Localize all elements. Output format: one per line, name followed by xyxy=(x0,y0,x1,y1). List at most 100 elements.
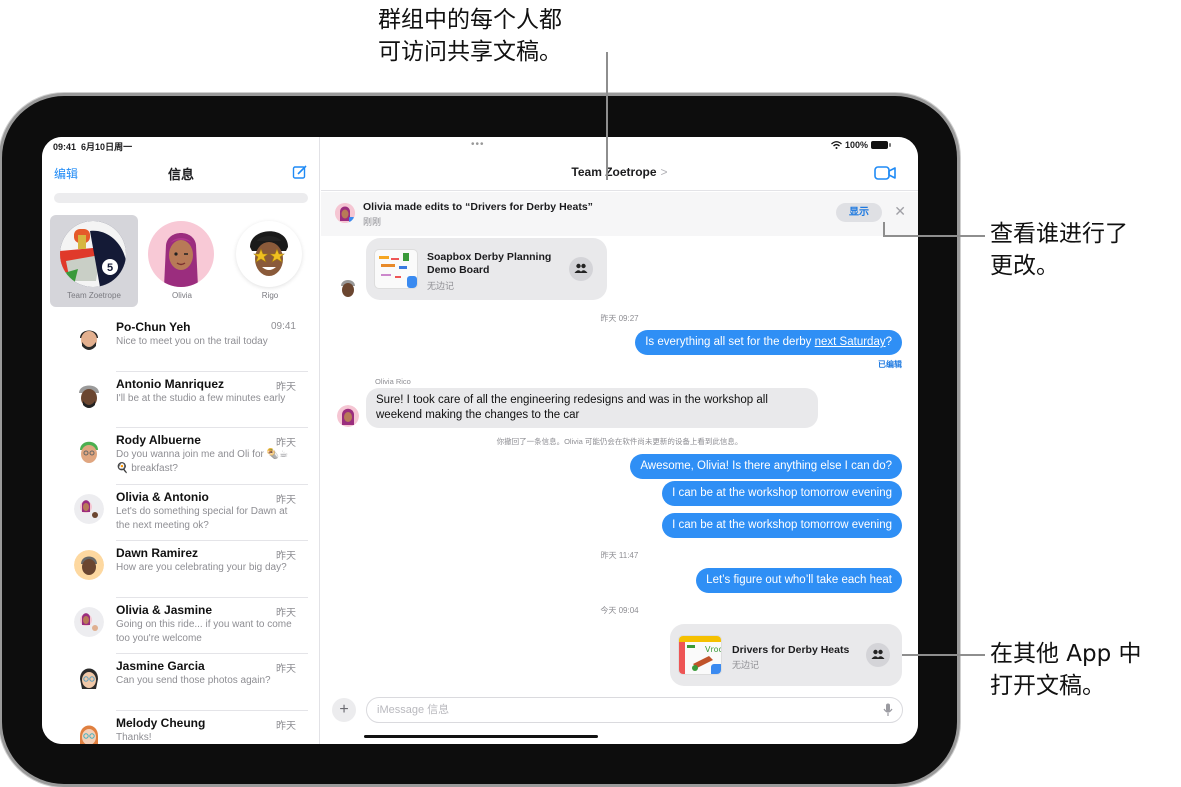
outgoing-message[interactable]: I can be at the workshop tomorrow evenin… xyxy=(662,481,902,506)
sidebar-header: 编辑 信息 xyxy=(42,163,320,183)
group-avatar: 5 xyxy=(60,221,126,287)
sidebar-title: 信息 xyxy=(167,167,194,182)
close-icon[interactable]: ✕ xyxy=(894,203,906,220)
callout-shared-access: 群组中的每个人都 可访问共享文稿。 xyxy=(378,4,562,68)
pinned-label: Rigo xyxy=(261,291,279,300)
collaboration-button[interactable] xyxy=(866,643,890,667)
compose-icon[interactable] xyxy=(292,164,308,180)
conversation-name: Olivia & Jasmine xyxy=(116,602,213,617)
pinned-label: Team Zoetrope xyxy=(67,291,121,300)
chat-header: Team Zoetrope > xyxy=(321,157,918,191)
conversation-name: Po-Chun Yeh xyxy=(116,320,191,334)
conversation-name: Rody Albuerne xyxy=(116,433,201,447)
callout-line: 打开文稿。 xyxy=(990,673,1105,699)
status-bar-left: 09:41 6月10日周一 xyxy=(53,140,132,153)
callout-line: 更改。 xyxy=(990,253,1059,279)
conversation-name: Olivia & Antonio xyxy=(116,489,209,504)
board-thumbnail xyxy=(374,249,418,289)
conversation-item[interactable]: Jasmine Garcia 昨天 Can you send those pho… xyxy=(42,654,320,711)
home-indicator[interactable] xyxy=(364,735,598,738)
conversation-preview: Do you wanna join me and Oli for 🌯☕🍳 bre… xyxy=(116,449,289,474)
multitasking-dots[interactable]: ••• xyxy=(471,139,485,150)
shared-board-card[interactable]: Vroo Drivers for Derby Heats 无边记 xyxy=(670,624,902,686)
callout-leader-line xyxy=(606,52,608,180)
conversation-time: 昨天 xyxy=(276,551,296,562)
pinned-olivia[interactable]: Olivia xyxy=(138,215,226,307)
conversation-item[interactable]: Olivia & Jasmine 昨天 Going on this ride..… xyxy=(42,598,320,654)
conversation-sidebar: 09:41 6月10日周一 编辑 信息 5 Team Zoetrope Oliv… xyxy=(42,137,320,744)
shared-board-card[interactable]: Soapbox Derby Planning Demo Board 无边记 xyxy=(366,238,607,300)
conversation-preview: How are you celebrating your big day? xyxy=(116,562,287,573)
outgoing-message[interactable]: Let’s figure out who’ll take each heat xyxy=(696,568,902,593)
conversation-time: 昨天 xyxy=(276,720,296,732)
incoming-message[interactable]: Sure! I took care of all the engineering… xyxy=(366,388,818,428)
conversation-item[interactable]: Melody Cheung 昨天 Thanks! xyxy=(42,711,320,744)
microphone-icon[interactable] xyxy=(883,703,893,717)
callout-leader-line xyxy=(883,235,985,237)
contact-avatar xyxy=(80,330,98,350)
conversation-name: Jasmine Garcia xyxy=(116,659,205,673)
callout-line: 群组中的每个人都 xyxy=(378,7,562,33)
conversation-preview: Going on this ride... if you want to com… xyxy=(116,618,292,644)
outgoing-message[interactable]: Is everything all set for the derby next… xyxy=(635,330,902,355)
olivia-avatar xyxy=(337,405,359,427)
wifi-icon xyxy=(831,141,842,149)
conversation-preview: Thanks! xyxy=(116,731,152,743)
conversation-preview: Nice to meet you on the trail today xyxy=(116,336,268,347)
callout-line: 查看谁进行了 xyxy=(990,221,1128,247)
group-name: Team Zoetrope xyxy=(571,165,657,179)
conversation-item[interactable]: Dawn Ramirez 昨天 How are you celebrating … xyxy=(42,541,320,598)
people-icon xyxy=(574,263,588,273)
outgoing-message[interactable]: I can be at the workshop tomorrow evenin… xyxy=(662,513,902,538)
people-icon xyxy=(871,649,885,659)
edited-label[interactable]: 已编辑 xyxy=(878,359,902,370)
conversation-name: Antonio Manriquez xyxy=(116,376,224,391)
antonio-avatar xyxy=(341,280,355,297)
contact-avatar xyxy=(80,441,98,463)
conversation-item[interactable]: Antonio Manriquez 昨天 I'll be at the stud… xyxy=(42,372,320,428)
date-link[interactable]: next Saturday xyxy=(815,336,886,348)
olivia-avatar xyxy=(148,221,214,287)
chevron-right-icon: > xyxy=(660,165,668,179)
svg-text:5: 5 xyxy=(107,262,113,274)
conversation-name: Dawn Ramirez xyxy=(116,546,199,560)
timestamp: 昨天 11:47 xyxy=(600,551,639,560)
conversation-name: Melody Cheung xyxy=(116,715,206,730)
contact-avatar xyxy=(80,668,98,689)
collaboration-button[interactable] xyxy=(569,257,593,281)
timestamp: 昨天 09:27 xyxy=(600,314,639,323)
callout-leader-line xyxy=(902,654,985,656)
message-input[interactable]: iMessage 信息 xyxy=(366,697,903,723)
conversation-time: 昨天 xyxy=(276,494,296,506)
apps-plus-button[interactable]: + xyxy=(332,698,356,722)
pinned-conversations: 5 Team Zoetrope Olivia Rigo xyxy=(50,215,312,307)
search-field[interactable] xyxy=(54,193,308,203)
callout-line: 可访问共享文稿。 xyxy=(378,39,562,65)
outgoing-message[interactable]: Awesome, Olivia! Is there anything else … xyxy=(630,454,902,479)
card-title: Drivers for Derby Heats xyxy=(732,644,850,656)
show-button[interactable]: 显示 xyxy=(836,203,882,222)
notification-title: Olivia made edits to “Drivers for Derby … xyxy=(363,201,593,213)
conversation-preview: Let's do something special for Dawn at t… xyxy=(116,505,288,531)
conversation-list: Po-Chun Yeh 09:41 Nice to meet you on th… xyxy=(42,315,320,744)
card-app-name: 无边记 xyxy=(732,660,760,670)
conversation-preview: I'll be at the studio a few minutes earl… xyxy=(116,392,286,404)
conversation-item[interactable]: Po-Chun Yeh 09:41 Nice to meet you on th… xyxy=(42,315,320,372)
pinned-rigo[interactable]: Rigo xyxy=(226,215,314,307)
pinned-team-zoetrope[interactable]: 5 Team Zoetrope xyxy=(50,215,138,307)
video-call-icon[interactable] xyxy=(874,166,896,180)
conversation-item[interactable]: Olivia & Antonio 昨天 Let's do something s… xyxy=(42,485,320,541)
chat-title[interactable]: Team Zoetrope > xyxy=(321,165,918,179)
timestamp: 今天 09:04 xyxy=(600,606,639,615)
status-time: 09:41 xyxy=(53,142,77,152)
status-date: 6月10日周一 xyxy=(81,142,133,152)
board-thumbnail: Vroo xyxy=(678,635,722,675)
chat-pane: ••• 100% Team Zoetrope > Olivia made edit… xyxy=(321,137,918,744)
card-title: Soapbox Derby Planning Demo Board xyxy=(427,251,552,276)
group-avatar xyxy=(74,606,104,637)
conversation-item[interactable]: Rody Albuerne 昨天 Do you wanna join me an… xyxy=(42,428,320,485)
conversation-time: 昨天 xyxy=(276,381,296,393)
message-composer: + iMessage 信息 xyxy=(321,695,918,725)
conversation-time: 昨天 xyxy=(276,607,296,619)
pinned-label: Olivia xyxy=(171,291,192,300)
